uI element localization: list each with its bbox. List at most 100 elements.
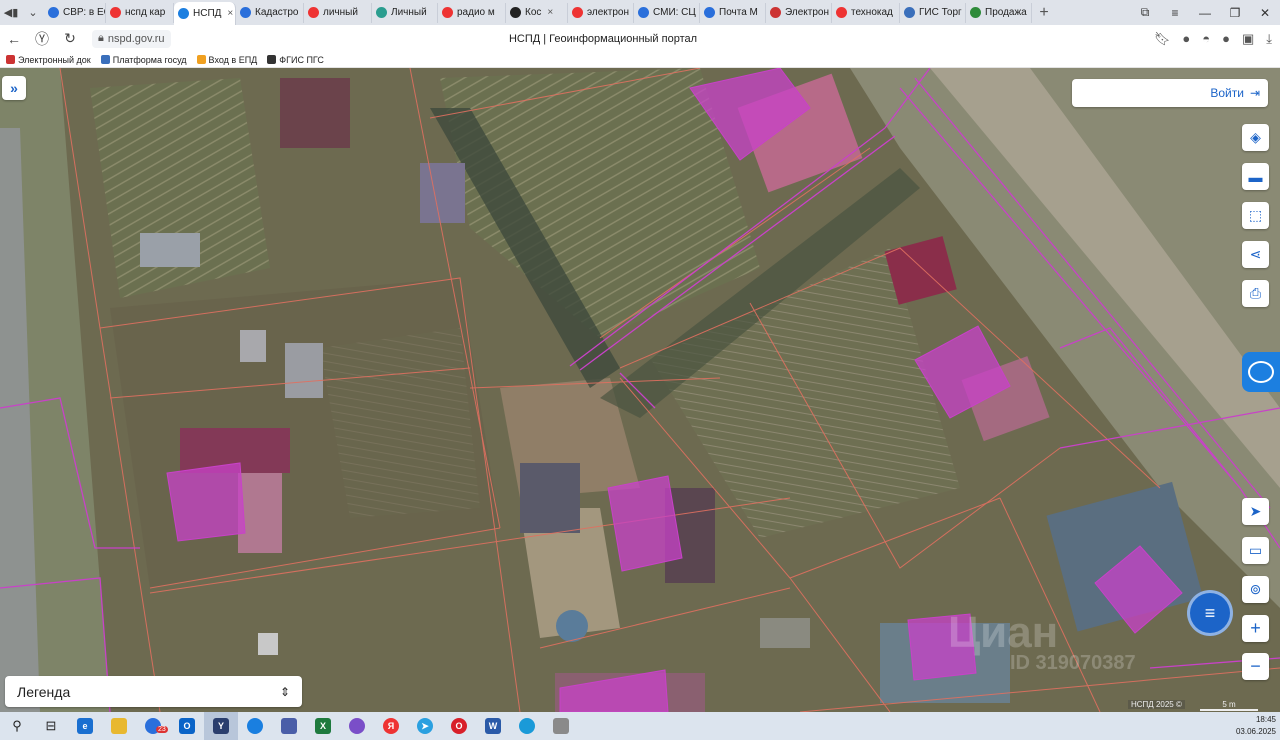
browser-tab[interactable]: Личный <box>372 2 438 23</box>
back-icon[interactable]: ← <box>0 31 28 47</box>
chat-side-button[interactable] <box>1242 352 1280 392</box>
tab-label: технокад <box>851 7 893 18</box>
tab-list-chevron-icon[interactable]: ⌄ <box>22 3 44 23</box>
print-icon[interactable]: ⎙ <box>1242 280 1269 307</box>
close-window-icon[interactable]: ✕ <box>1250 6 1280 20</box>
system-clock[interactable]: 18:45 03.06.2025 <box>1236 714 1276 738</box>
save-icon[interactable] <box>272 712 306 740</box>
restore-icon[interactable]: ❐ <box>1220 6 1250 20</box>
bookmark-label: Платформа госуд <box>112 54 187 65</box>
extension-icon[interactable]: ◓ <box>1202 31 1210 46</box>
tab-label: Электрон <box>785 7 829 18</box>
zoom-out-button[interactable]: − <box>1242 653 1269 680</box>
browser-tab[interactable]: ГИС Торг <box>900 2 966 23</box>
browser-tab[interactable]: НСПД × <box>174 2 236 25</box>
browser-logo-icon[interactable]: Ⓨ <box>28 29 56 49</box>
messenger-icon[interactable] <box>238 712 272 740</box>
browser-tab[interactable]: технокад <box>832 2 900 23</box>
map-canvas[interactable]: » Войти ⇥ ◈ ▬ ⬚ ⋖ ⎙ ➤ ▭ ⊚ + − ≡ Циан ID … <box>0 68 1280 712</box>
ruler-icon[interactable]: ▬ <box>1242 163 1269 190</box>
extension-icon[interactable]: ● <box>1182 31 1190 46</box>
url-text: nspd.gov.ru <box>107 32 165 45</box>
chat-icon <box>1248 361 1274 383</box>
favicon-icon <box>970 7 981 18</box>
ie-icon[interactable]: e <box>68 712 102 740</box>
close-tab-icon[interactable]: × <box>547 7 553 18</box>
layers-icon[interactable]: ◈ <box>1242 124 1269 151</box>
word-icon[interactable]: W <box>476 712 510 740</box>
tab-label: ГИС Торг <box>919 7 962 18</box>
favicon-icon <box>638 7 649 18</box>
browser-tab[interactable]: нспд кар <box>106 2 174 23</box>
bookmark-item[interactable]: Вход в ЕПД <box>196 55 257 65</box>
message-icon: ≡ <box>1204 602 1216 623</box>
mail-icon[interactable]: 23 <box>136 712 170 740</box>
locate-icon[interactable]: ➤ <box>1242 498 1269 525</box>
bookmarks-bar: Электронный док Платформа госуд Вход в ЕПД… <box>0 52 1280 68</box>
sidebar-icon[interactable]: ▣ <box>1242 31 1254 47</box>
legend-panel[interactable]: Легенда ⇕ <box>5 676 302 707</box>
tab-label: Личный <box>391 7 427 18</box>
login-icon: ⇥ <box>1249 86 1260 100</box>
new-tab-button[interactable]: + <box>1032 4 1056 22</box>
zoom-in-button[interactable]: + <box>1242 615 1269 642</box>
yandex-browser-icon[interactable]: Y <box>204 712 238 740</box>
watermark-brand: Циан <box>948 608 1059 657</box>
aerial-imagery <box>0 68 1280 712</box>
collections-icon[interactable]: ⧉ <box>1130 5 1160 20</box>
select-area-icon[interactable]: ⬚ <box>1242 202 1269 229</box>
bookmark-icon[interactable]: 🔖︎ <box>1154 31 1171 47</box>
folder-icon[interactable] <box>102 712 136 740</box>
browser-tab-bar: ◀▮ ⌄ СВР: в ЕС нспд кар НСПД × Кадастро личны… <box>0 0 1280 25</box>
opera-icon[interactable]: O <box>442 712 476 740</box>
sidebar-toggle-button[interactable]: » <box>2 76 26 100</box>
task-view-icon[interactable]: ⊟ <box>34 712 68 740</box>
browser-tab[interactable]: СМИ: СЦ <box>634 2 700 23</box>
browser-tab[interactable]: Продажа <box>966 2 1032 23</box>
geo-search-icon[interactable]: ⊚ <box>1242 576 1269 603</box>
favicon-icon <box>178 8 189 19</box>
browser-tab[interactable]: личный <box>304 2 372 23</box>
audio-icon[interactable]: ◀▮ <box>0 3 22 23</box>
download-icon[interactable]: ⤓ <box>1266 31 1272 47</box>
browser-tab[interactable]: радио м <box>438 2 506 23</box>
telegram-icon[interactable]: ➤ <box>408 712 442 740</box>
address-bar: ← Ⓨ ↻ 🔒︎ nspd.gov.ru НСПД | Геоинформаци… <box>0 25 1280 52</box>
favicon-icon <box>48 7 59 18</box>
browser-tab[interactable]: Кос × <box>506 2 568 23</box>
excel-icon[interactable]: X <box>306 712 340 740</box>
outlook-icon[interactable]: O <box>170 712 204 740</box>
edge-icon[interactable] <box>510 712 544 740</box>
bookmark-item[interactable]: Электронный док <box>6 55 91 65</box>
yandex-icon[interactable]: Я <box>374 712 408 740</box>
support-chat-button[interactable]: ≡ <box>1187 590 1233 636</box>
bookmark-item[interactable]: Платформа госуд <box>100 54 187 65</box>
reload-icon[interactable]: ↻ <box>56 30 84 47</box>
minimize-icon[interactable]: — <box>1190 6 1220 20</box>
bookmark-item[interactable]: ФГИС ПГС <box>267 55 324 65</box>
search-icon[interactable]: ⚲ <box>0 712 34 740</box>
tab-label: СВР: в ЕС <box>63 7 105 18</box>
browser-tab[interactable]: электрон <box>568 2 634 23</box>
browser-tab[interactable]: Электрон <box>766 2 832 23</box>
basemap-icon[interactable]: ▭ <box>1242 537 1269 564</box>
close-tab-icon[interactable]: × <box>227 8 233 19</box>
tab-label: радио м <box>457 7 495 18</box>
tab-label: нспд кар <box>125 7 166 18</box>
scale-bar: 5 m <box>1200 700 1258 711</box>
tab-strip: СВР: в ЕС нспд кар НСПД × Кадастро личный Личн… <box>44 0 1032 25</box>
favicon-icon <box>836 7 847 18</box>
url-field[interactable]: 🔒︎ nspd.gov.ru <box>92 29 171 48</box>
browser-tab[interactable]: Кадастро <box>236 2 304 23</box>
extension-icon[interactable]: ● <box>1222 31 1230 46</box>
toolbar-right: 🔖︎ ● ◓ ● ▣ ⤓ <box>1154 25 1272 52</box>
bookmark-label: ФГИС ПГС <box>279 54 324 65</box>
browser-tab[interactable]: Почта М <box>700 2 766 23</box>
browser-tab[interactable]: СВР: в ЕС <box>44 2 106 23</box>
viber-icon[interactable] <box>340 712 374 740</box>
share-icon[interactable]: ⋖ <box>1242 241 1269 268</box>
app-icon[interactable] <box>544 712 578 740</box>
login-button[interactable]: Войти ⇥ <box>1072 79 1268 107</box>
tab-label: Продажа <box>985 7 1027 18</box>
menu-icon[interactable]: ≡ <box>1160 6 1190 20</box>
